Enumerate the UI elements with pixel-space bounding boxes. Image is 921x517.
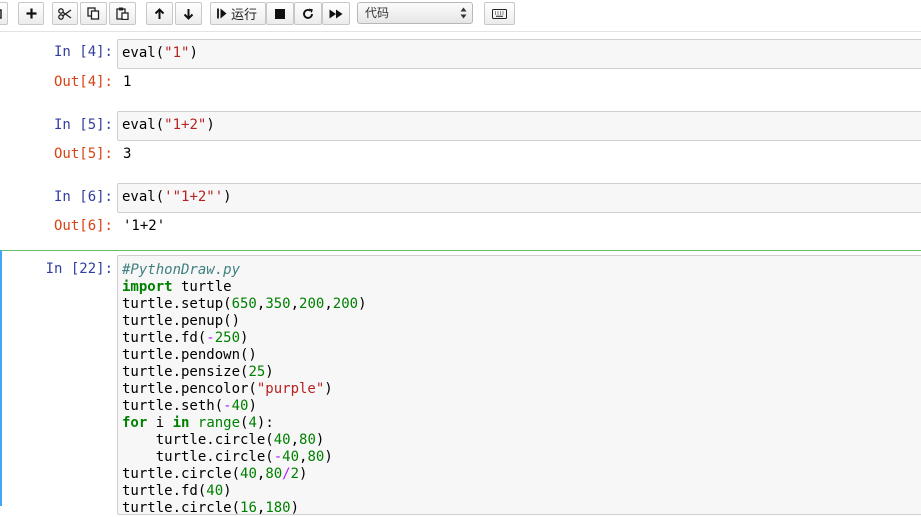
paste-icon xyxy=(116,7,129,20)
move-up-button[interactable] xyxy=(146,2,173,25)
select-arrows-icon xyxy=(460,7,467,19)
plus-icon xyxy=(26,8,36,19)
cell-22-input[interactable]: #PythonDraw.py import turtle turtle.setu… xyxy=(117,255,921,516)
restart-run-all-button[interactable] xyxy=(322,2,350,25)
keyboard-icon xyxy=(492,8,507,19)
cell-type-value: 代码 xyxy=(365,6,390,20)
code-line-11: turtle.circle(40,80) xyxy=(122,432,325,448)
command-palette-button[interactable] xyxy=(484,2,515,25)
interrupt-button[interactable] xyxy=(266,2,294,25)
cell-5-output: 3 xyxy=(123,146,132,162)
cell-5-in-prompt: In [5]: xyxy=(53,117,113,133)
copy-icon xyxy=(87,7,100,20)
notebook-toolbar: 运行 代码 xyxy=(0,0,921,31)
cell-4-in-prompt: In [4]: xyxy=(53,44,113,60)
code-line-5: turtle.fd(-250) xyxy=(122,330,249,346)
code-line-1: #PythonDraw.py xyxy=(122,262,241,278)
code-line-2: import turtle xyxy=(122,279,232,295)
stop-icon xyxy=(275,8,285,19)
cell-6-output: '1+2' xyxy=(123,218,166,234)
run-button-label: 运行 xyxy=(231,7,258,22)
code-line-3: turtle.setup(650,350,200,200) xyxy=(122,296,367,312)
cell-5-code: eval("1+2") xyxy=(122,117,215,133)
save-icon xyxy=(0,8,2,19)
selected-cell-indicator xyxy=(0,250,2,506)
cell-6-out-prompt: Out[6]: xyxy=(53,218,113,234)
code-line-7: turtle.pensize(25) xyxy=(122,364,274,380)
code-line-13: turtle.circle(40,80/2) xyxy=(122,466,308,482)
code-line-15: turtle.circle(16,180) xyxy=(122,500,300,516)
cell-5-input[interactable]: eval("1+2") xyxy=(117,111,921,141)
restart-kernel-button[interactable] xyxy=(294,2,322,25)
code-line-4: turtle.penup() xyxy=(122,313,241,329)
code-line-12: turtle.circle(-40,80) xyxy=(122,449,333,465)
toolbar-divider xyxy=(0,31,921,32)
move-down-button[interactable] xyxy=(175,2,202,25)
cell-4-input[interactable]: eval("1") xyxy=(117,39,921,69)
code-line-10: for i in range(4): xyxy=(122,415,274,431)
cell-4-out-prompt: Out[4]: xyxy=(53,74,113,90)
cell-6-code: eval('"1+2"') xyxy=(122,189,232,205)
paste-button[interactable] xyxy=(109,2,136,25)
cell-22-in-prompt: In [22]: xyxy=(45,261,113,277)
cell-6-input[interactable]: eval('"1+2"') xyxy=(117,183,921,213)
code-line-8: turtle.pencolor("purple") xyxy=(122,381,333,397)
cut-button[interactable] xyxy=(52,2,78,25)
code-line-14: turtle.fd(40) xyxy=(122,483,232,499)
arrow-up-icon xyxy=(154,7,165,19)
insert-cell-button[interactable] xyxy=(18,2,44,25)
copy-button[interactable] xyxy=(80,2,107,25)
code-line-6: turtle.pendown() xyxy=(122,347,257,363)
scissors-icon xyxy=(58,7,72,20)
code-line-9: turtle.seth(-40) xyxy=(122,398,257,414)
cell-type-select[interactable]: 代码 xyxy=(357,2,473,24)
arrow-down-icon xyxy=(183,8,194,20)
refresh-icon xyxy=(303,8,313,19)
save-button[interactable] xyxy=(0,2,8,25)
step-forward-icon xyxy=(217,8,227,19)
cell-5-out-prompt: Out[5]: xyxy=(53,146,113,162)
fast-forward-icon xyxy=(329,9,343,18)
cell-4-code: eval("1") xyxy=(122,45,198,61)
run-button[interactable]: 运行 xyxy=(210,2,266,25)
cell-4-output: 1 xyxy=(123,74,132,90)
cell-6-in-prompt: In [6]: xyxy=(53,189,113,205)
